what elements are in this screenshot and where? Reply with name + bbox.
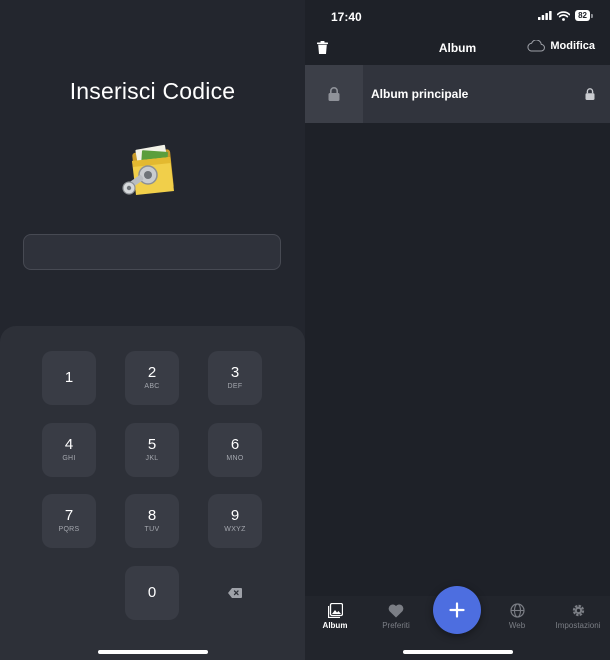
key-6[interactable]: 6 MNO [208,423,262,477]
album-screen: 17:40 82 Album Modifica Album principale… [305,0,610,660]
key-number: 1 [64,369,74,386]
backspace-icon [228,588,242,598]
lock-icon [328,87,340,101]
key-number: 8 [147,507,157,524]
tab-web[interactable]: Web [487,603,547,630]
status-bar: 17:40 82 [305,0,610,34]
key-number: 6 [230,436,240,453]
tab-label: Web [508,621,526,630]
key-letters: TUV [144,526,160,533]
key-number: 2 [147,364,157,381]
cellular-signal-icon [538,11,552,20]
key-0[interactable]: 0 [125,566,179,620]
home-indicator [403,650,513,654]
key-letters: WXYZ [224,526,246,533]
key-letters: MNO [226,455,244,462]
key-letters: DEF [227,383,243,390]
key-1[interactable]: 1 [42,351,96,405]
key-number: 7 [64,507,74,524]
tab-label: Impostazioni [555,621,601,630]
cloud-icon [527,40,546,52]
album-icon [327,603,343,618]
lock-icon [585,88,595,100]
battery-tip [591,13,593,18]
home-indicator [98,650,208,654]
add-button[interactable] [433,586,481,634]
status-icons: 82 [538,10,593,21]
tab-label: Preferiti [382,621,410,630]
key-3[interactable]: 3 DEF [208,351,262,405]
edit-button[interactable]: Modifica [526,40,595,52]
key-letters: GHI [62,455,76,462]
key-2[interactable]: 2 ABC [125,351,179,405]
tab-label: Album [322,621,348,630]
status-time: 17:40 [331,10,362,24]
key-number: 9 [230,507,240,524]
folder-key-icon [122,144,174,195]
wifi-icon [557,10,571,21]
key-number: 5 [147,436,157,453]
passcode-screen: Inserisci Codice 1 2 ABC 3 DEF 4 GHI 5 J… [0,0,305,660]
tab-impostazioni[interactable]: Impostazioni [548,603,608,630]
key-number: 0 [147,584,157,601]
key-9[interactable]: 9 WXYZ [208,494,262,548]
heart-icon [388,604,404,618]
tab-album[interactable]: Album [305,603,365,630]
nav-bar: Album Modifica [305,34,610,64]
album-thumbnail [305,65,363,123]
key-number: 3 [230,364,240,381]
battery-level: 82 [575,10,590,21]
album-item[interactable]: Album principale [305,65,610,123]
key-number: 4 [64,436,74,453]
passcode-title: Inserisci Codice [69,78,236,104]
edit-label: Modifica [550,40,595,52]
key-letters: ABC [144,383,160,390]
plus-icon [449,602,465,618]
key-letters: JKL [145,455,159,462]
globe-icon [509,603,525,618]
key-4[interactable]: 4 GHI [42,423,96,477]
album-name: Album principale [371,87,469,101]
battery-indicator: 82 [575,10,593,21]
tab-preferiti[interactable]: Preferiti [366,603,426,630]
delete-button[interactable] [208,566,262,620]
key-8[interactable]: 8 TUV [125,494,179,548]
gear-icon [572,604,584,617]
key-5[interactable]: 5 JKL [125,423,179,477]
numeric-keypad: 1 2 ABC 3 DEF 4 GHI 5 JKL 6 MNO 7 PQRS 8… [0,326,305,660]
key-letters: PQRS [58,526,80,533]
key-7[interactable]: 7 PQRS [42,494,96,548]
passcode-input[interactable] [23,234,281,270]
